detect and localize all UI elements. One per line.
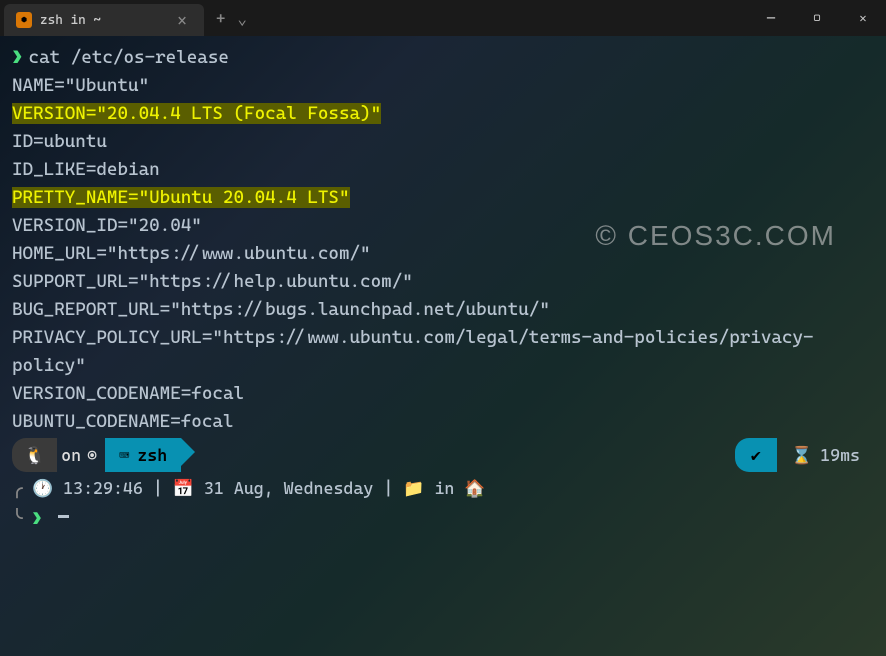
prompt-symbol: ❯	[32, 504, 42, 532]
prompt-input-line: ╰ ❯	[12, 504, 874, 532]
close-button[interactable]: ✕	[840, 0, 886, 36]
output-line: NAME="Ubuntu"	[12, 72, 874, 100]
on-text: on	[57, 441, 87, 469]
separator: |	[153, 474, 163, 502]
minimize-button[interactable]: ─	[748, 0, 794, 36]
maximize-button[interactable]: ▢	[794, 0, 840, 36]
check-icon: ✔	[751, 445, 761, 465]
command-line: ❯ cat /etc/os-release	[12, 44, 874, 72]
watermark: © CEOS3C.COM	[595, 220, 836, 252]
hourglass-icon: ⌛	[791, 441, 812, 469]
duration-text: 19ms	[820, 441, 860, 469]
output-line: VERSION_CODENAME=focal	[12, 380, 874, 408]
shell-name: zsh	[137, 441, 167, 469]
prompt-info-line: ╭ 🕐 13:29:46 | 📅 31 Aug, Wednesday | 📁 i…	[12, 474, 874, 502]
tab-dropdown-icon[interactable]: ⌄	[237, 9, 247, 28]
prompt-status-line: 🐧 on ◉ ⌨ zsh ✔ ⌛ 19ms	[12, 438, 874, 472]
tab-area: ⬢ zsh in ~ × + ⌄	[0, 0, 247, 36]
tux-icon: 🐧	[24, 441, 45, 469]
home-icon: 🏠	[464, 474, 485, 502]
duration-segment: ⌛ 19ms	[777, 441, 874, 469]
command-text: cat /etc/os-release	[29, 44, 229, 72]
os-segment: 🐧	[12, 438, 57, 472]
output-line: UBUNTU_CODENAME=focal	[12, 408, 874, 436]
terminal-body[interactable]: ❯ cat /etc/os-release NAME="Ubuntu"VERSI…	[0, 36, 886, 540]
circle-icon: ◉	[87, 441, 105, 469]
new-tab-button[interactable]: +	[216, 9, 225, 28]
status-check-segment: ✔	[735, 438, 777, 472]
tab-controls: + ⌄	[216, 9, 247, 28]
output-line: ID_LIKE=debian	[12, 156, 874, 184]
keyboard-icon: ⌨	[119, 441, 129, 469]
time-text: 13:29:46	[63, 474, 143, 502]
output-line: SUPPORT_URL="https://help.ubuntu.com/"	[12, 268, 874, 296]
calendar-icon: 📅	[173, 474, 194, 502]
shell-segment: ⌨ zsh	[105, 438, 181, 472]
tab-active[interactable]: ⬢ zsh in ~ ×	[4, 4, 204, 36]
prompt-symbol: ❯	[12, 44, 23, 72]
tab-title: zsh in ~	[40, 13, 164, 28]
titlebar: ⬢ zsh in ~ × + ⌄ ─ ▢ ✕	[0, 0, 886, 36]
output-line: PRIVACY_POLICY_URL="https://www.ubuntu.c…	[12, 324, 874, 380]
output-line: VERSION="20.04.4 LTS (Focal Fossa)"	[12, 100, 874, 128]
tab-close-icon[interactable]: ×	[172, 11, 192, 30]
separator: |	[383, 474, 393, 502]
cursor	[58, 515, 69, 518]
output-line: BUG_REPORT_URL="https://bugs.launchpad.n…	[12, 296, 874, 324]
command-output: NAME="Ubuntu"VERSION="20.04.4 LTS (Focal…	[12, 72, 874, 436]
window-controls: ─ ▢ ✕	[748, 0, 886, 36]
tab-shell-icon: ⬢	[16, 12, 32, 28]
in-text: in	[434, 474, 454, 502]
output-line: ID=ubuntu	[12, 128, 874, 156]
clock-icon: 🕐	[32, 474, 53, 502]
folder-icon: 📁	[403, 474, 424, 502]
date-text: 31 Aug, Wednesday	[204, 474, 373, 502]
output-line: PRETTY_NAME="Ubuntu 20.04.4 LTS"	[12, 184, 874, 212]
bracket-icon: ╭	[12, 474, 22, 502]
bracket-icon: ╰	[12, 504, 22, 532]
